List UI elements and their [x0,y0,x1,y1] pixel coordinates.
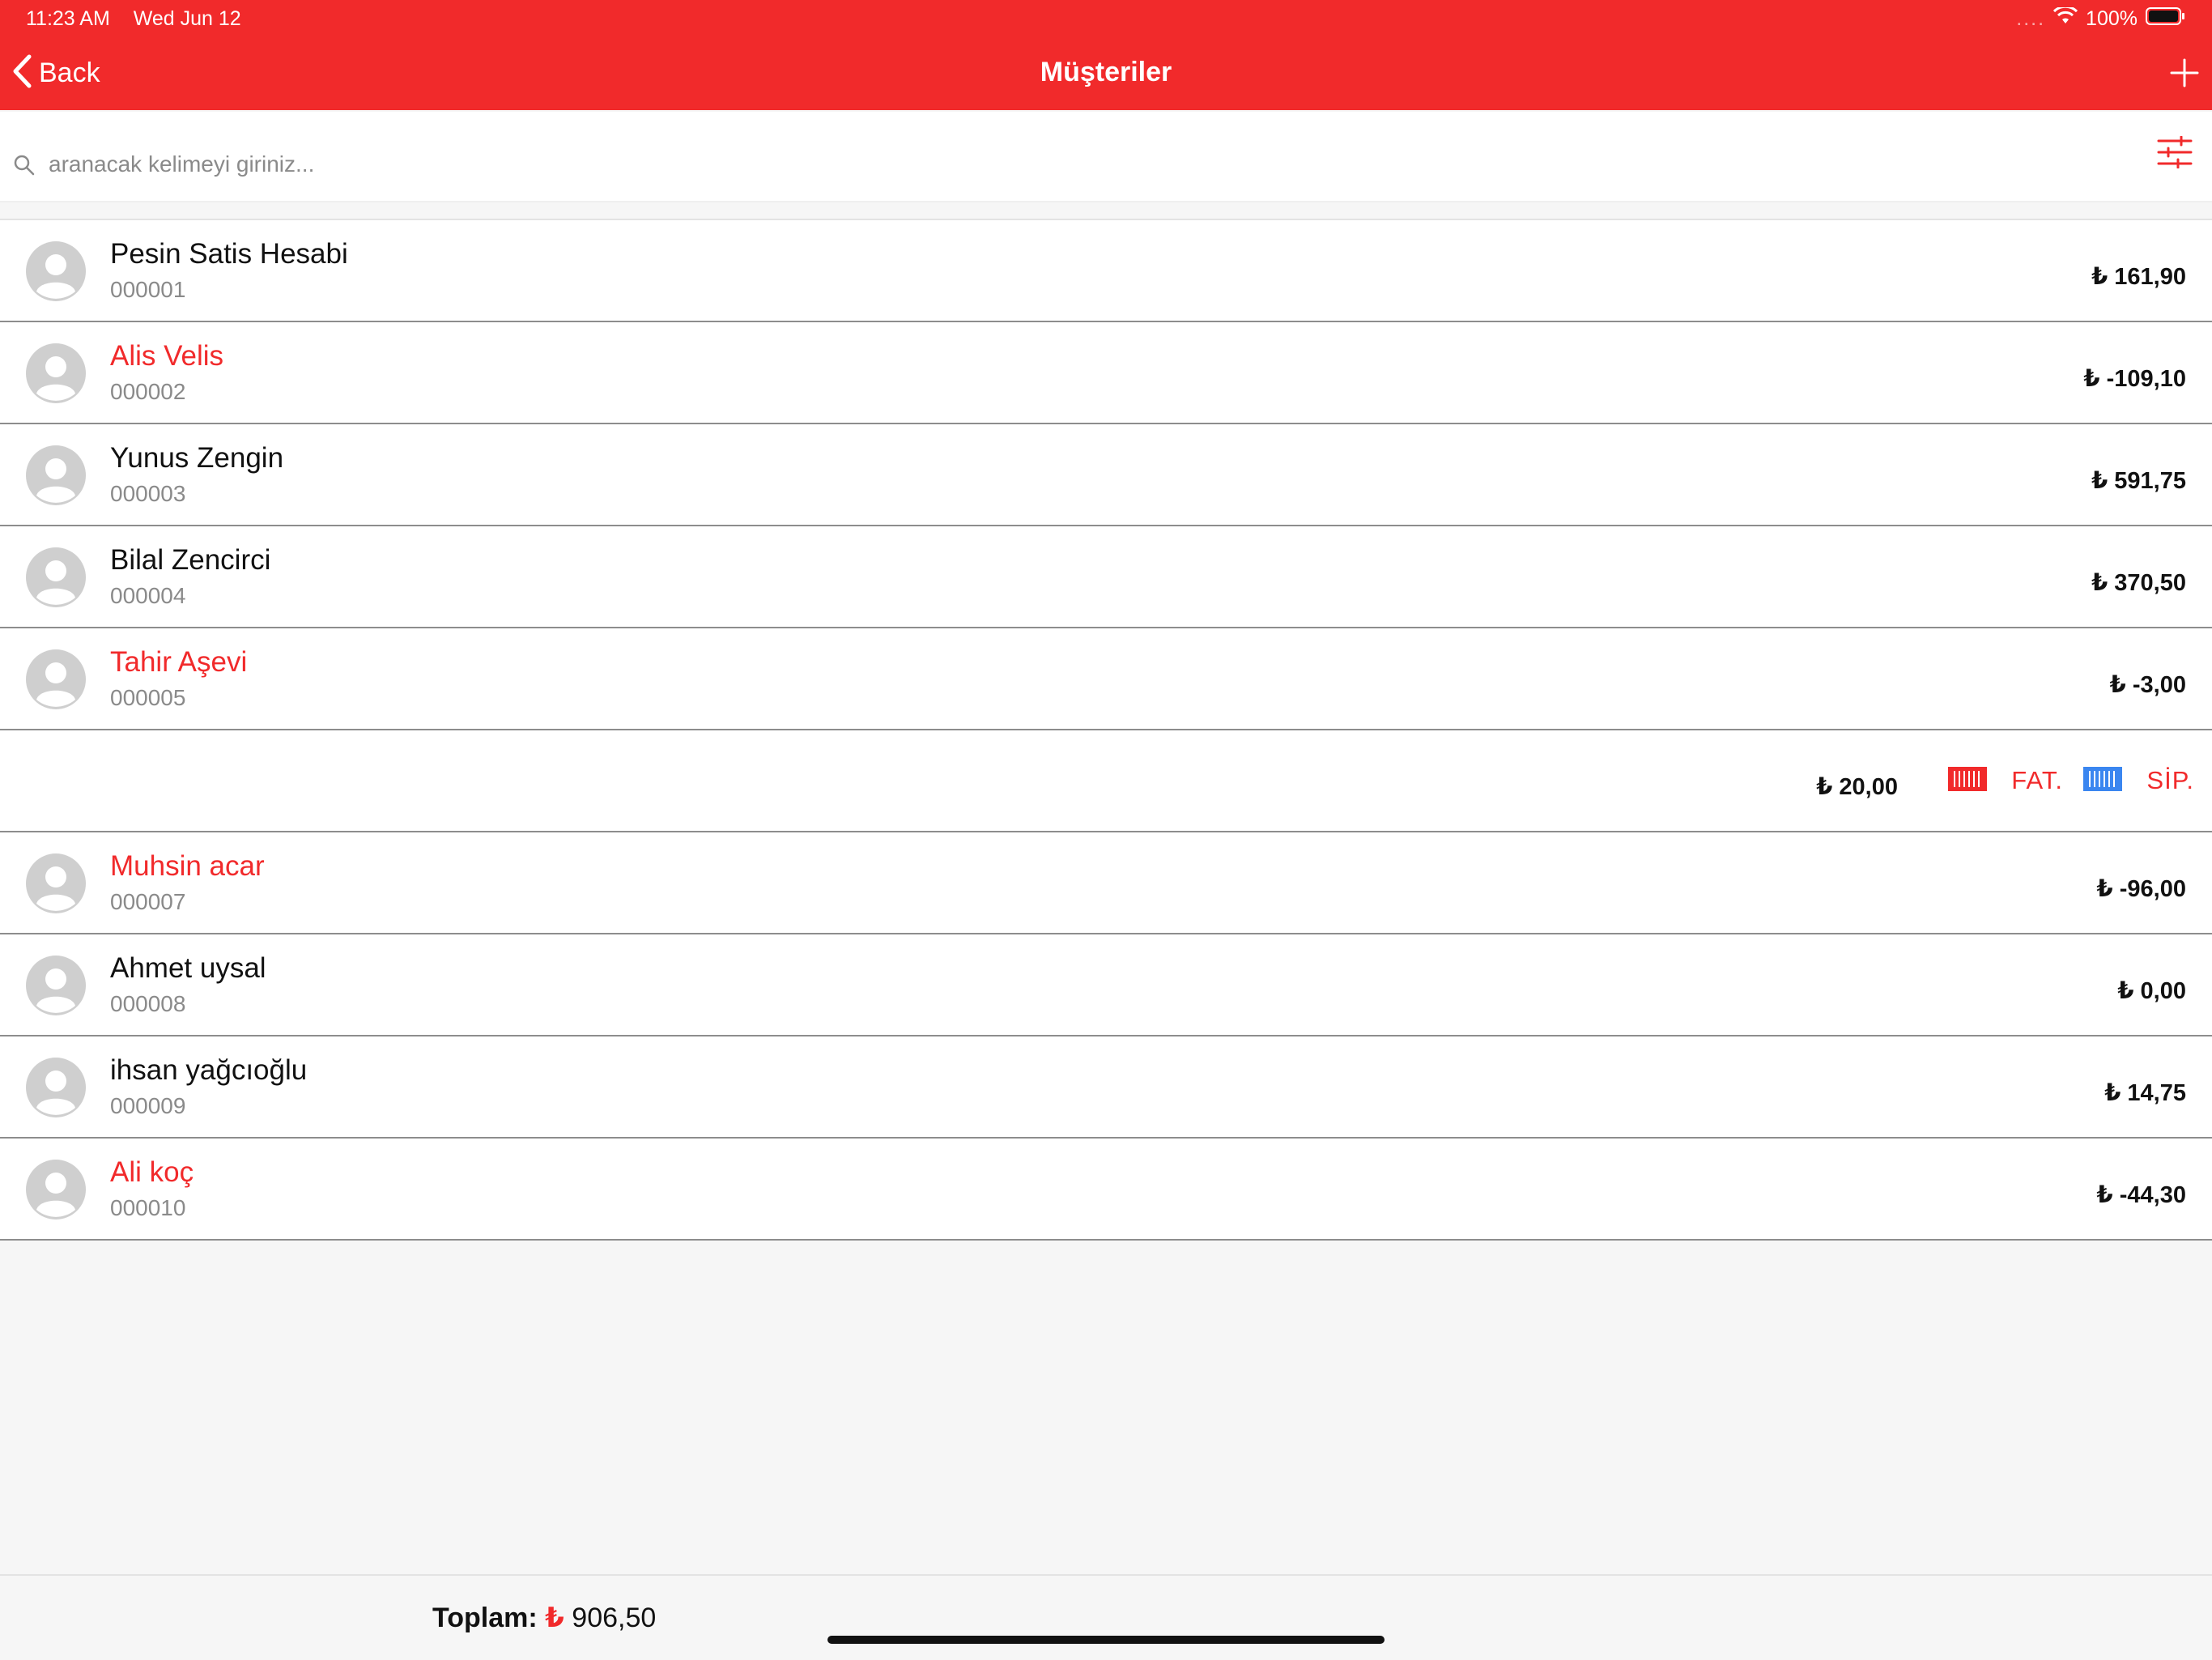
footer-total-bar: Toplam: ₺ 906,50 [0,1574,2212,1660]
customer-code: 000002 [110,379,186,404]
customer-balance: ₺ -3,00 [2109,672,2186,698]
customer-balance: ₺ -109,10 [2083,366,2186,392]
battery-icon [2146,7,2186,31]
customer-code: 000009 [110,1093,186,1118]
customer-name: Ahmet uysal [110,952,266,984]
customer-name: Bilal Zencirci [110,544,271,576]
order-label: SİP. [2146,766,2194,794]
plus-icon [2170,58,2199,91]
customer-row[interactable]: Bilal Zencirci 000004 ₺ 370,50 [0,526,2212,628]
invoice-button[interactable]: FAT. [1948,766,2063,795]
customer-name: Pesin Satis Hesabi [110,238,348,270]
customer-code: 000004 [110,583,186,608]
customer-code: 000008 [110,991,186,1016]
invoice-label: FAT. [2011,766,2063,794]
filter-button[interactable] [2157,135,2193,172]
avatar-icon [26,445,86,509]
search-bar [0,112,2212,202]
page-title: Müşteriler [1040,57,1172,87]
customer-name: Yunus Zengin [110,442,284,474]
customer-code: 000005 [110,685,186,710]
customer-row[interactable]: Ali koç 000010 ₺ -44,30 [0,1139,2212,1241]
sliders-icon [2157,135,2193,172]
search-input[interactable] [47,144,2074,185]
customer-balance: ₺ 161,90 [2091,264,2186,290]
customer-list: Pesin Satis Hesabi 000001 ₺ 161,90 Alis … [0,219,2212,1241]
add-customer-button[interactable] [2170,58,2199,92]
avatar-icon [26,649,86,713]
avatar-icon [26,343,86,407]
status-date: Wed Jun 12 [133,7,241,30]
customer-name: Muhsin acar [110,850,265,882]
customer-name: Alis Velis [110,340,224,372]
customer-balance: ₺ -44,30 [2096,1182,2186,1208]
order-button[interactable]: SİP. [2083,766,2194,795]
customer-row[interactable]: Yunus Zengin 000003 ₺ 591,75 [0,424,2212,526]
avatar-icon [26,853,86,917]
total-summary: Toplam: ₺ 906,50 [432,1602,656,1634]
barcode-icon [1948,766,1988,795]
search-icon [13,154,36,181]
avatar-icon [26,1160,86,1224]
signal-dots: .... [2016,7,2046,30]
customer-code: 000001 [110,277,186,302]
customer-balance: ₺ 591,75 [2091,468,2186,494]
customer-balance: ₺ 20,00 [1816,774,1898,800]
customer-row[interactable]: ihsan yağcıoğlu 000009 ₺ 14,75 [0,1036,2212,1139]
customer-row[interactable]: Tahir Aşevi 000005 ₺ -3,00 [0,628,2212,730]
wifi-icon [2052,5,2078,31]
barcode-icon [2083,766,2123,795]
customer-name: Tahir Aşevi [110,646,248,678]
avatar-icon [26,1058,86,1122]
battery-percent: 100% [2086,7,2138,30]
customer-name: ihsan yağcıoğlu [110,1054,308,1086]
customer-balance: ₺ 370,50 [2091,570,2186,596]
customer-row[interactable]: Pesin Satis Hesabi 000001 ₺ 161,90 [0,220,2212,322]
customer-code: 000003 [110,481,186,506]
home-indicator[interactable] [827,1636,1385,1644]
customer-row[interactable]: Ahmet uysal 000008 ₺ 0,00 [0,934,2212,1036]
customer-balance: ₺ 0,00 [2117,978,2186,1004]
customer-name: Ali koç [110,1156,194,1188]
navigation-bar: Back Müşteriler [0,37,2212,110]
customer-row-swiped[interactable]: ₺ 20,00 FAT. SİP. [0,730,2212,832]
customer-balance: ₺ -96,00 [2096,876,2186,902]
avatar-icon [26,241,86,305]
total-value: 906,50 [572,1603,657,1633]
customer-row[interactable]: Alis Velis 000002 ₺ -109,10 [0,322,2212,424]
avatar-icon [26,547,86,611]
customer-code: 000010 [110,1195,186,1220]
customer-code: 000007 [110,889,186,914]
status-bar: 11:23 AM Wed Jun 12 .... 100% [0,0,2212,37]
avatar-icon [26,956,86,1019]
total-currency: ₺ [545,1603,564,1633]
customer-row[interactable]: Muhsin acar 000007 ₺ -96,00 [0,832,2212,934]
total-label: Toplam: [432,1603,538,1633]
customer-balance: ₺ 14,75 [2104,1080,2186,1106]
status-time: 11:23 AM [26,7,110,30]
